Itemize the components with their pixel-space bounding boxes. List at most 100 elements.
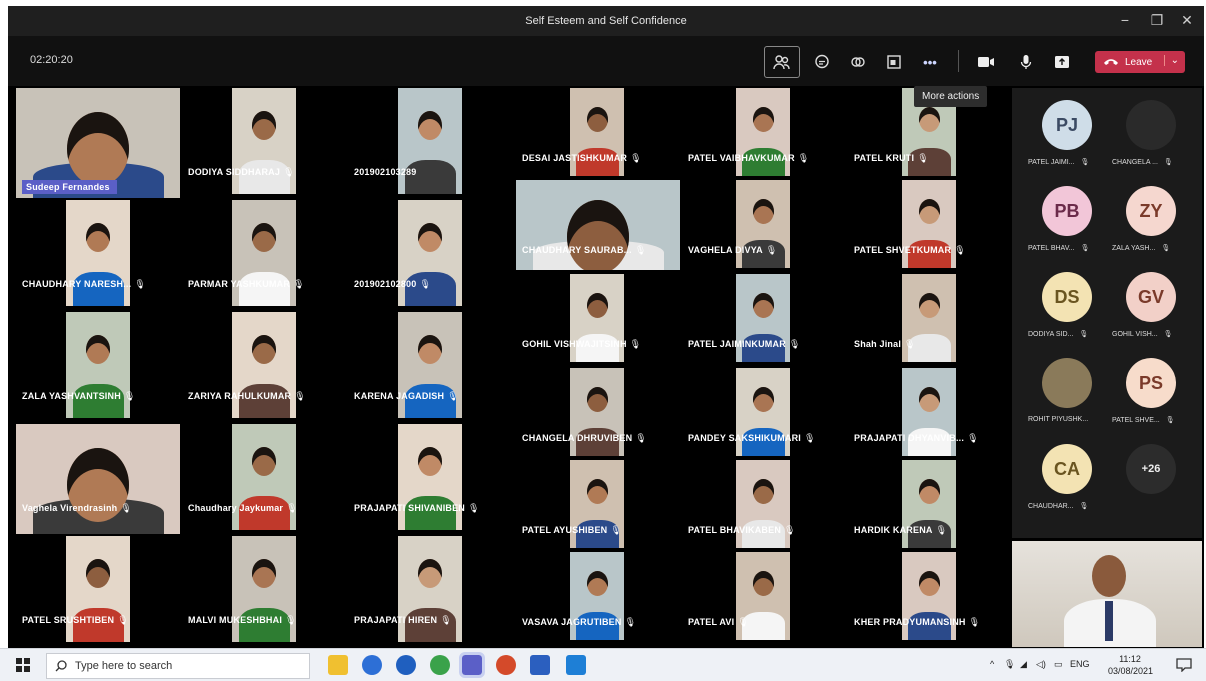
- avatar-name-text: CHAUDHAR...: [1028, 503, 1074, 510]
- participant-tile[interactable]: HARDIK KARENA 🎙: [848, 460, 1012, 550]
- chevron-down-icon[interactable]: ⌄: [1163, 55, 1179, 66]
- tray-mic-icon: 🎙: [1004, 659, 1016, 669]
- file-explorer-icon[interactable]: [328, 655, 348, 675]
- participant-tile[interactable]: PATEL VAIBHAVKUMAR 🎙: [682, 88, 846, 178]
- tray-overflow-icon[interactable]: ^: [990, 659, 994, 669]
- notifications-icon[interactable]: [1176, 658, 1192, 672]
- participant-tile[interactable]: PARMAR YASHKUMAR 🎙: [182, 200, 346, 310]
- participant-name-text: PRAJAPATI HIREN: [354, 615, 438, 625]
- participant-tile[interactable]: 201902103289: [348, 88, 512, 198]
- audio-app-icon[interactable]: [396, 655, 416, 675]
- network-icon[interactable]: ◢: [1020, 659, 1027, 670]
- participant-avatar[interactable]: [1042, 358, 1092, 408]
- avatar-name: PATEL BHAV... 🎙: [1028, 244, 1114, 252]
- participant-tile[interactable]: CHANGELA DHRUVIBEN 🎙: [516, 368, 680, 458]
- participant-tile[interactable]: Shah Jinal 🎙: [848, 274, 1012, 364]
- taskbar-search-box[interactable]: Type here to search: [46, 653, 310, 679]
- participant-head: [86, 559, 110, 588]
- participant-name: KHER PRADYUMANSINH 🎙: [854, 617, 980, 628]
- avatar-initials: PS: [1138, 372, 1163, 393]
- participant-tile[interactable]: VAGHELA DIVYA 🎙: [682, 180, 846, 270]
- avatar-name-text: DODIYA SID...: [1028, 331, 1074, 338]
- participant-tile[interactable]: GOHIL VISHWAJITSINH 🎙: [516, 274, 680, 364]
- avatar-initials: DS: [1054, 286, 1080, 307]
- participant-name: GOHIL VISHWAJITSINH 🎙: [522, 339, 641, 350]
- participant-name-text: PANDEY SAKSHIKUMARI: [688, 433, 801, 443]
- edge-browser-icon[interactable]: [362, 655, 382, 675]
- participant-tile[interactable]: MALVI MUKESHBHAI 🎙: [182, 536, 346, 646]
- camera-button[interactable]: [972, 50, 1000, 74]
- participants-button[interactable]: [764, 46, 800, 78]
- chrome-icon[interactable]: [430, 655, 450, 675]
- participant-tile[interactable]: PRAJAPATI DHYANVIB... 🎙: [848, 368, 1012, 458]
- participant-name: Shah Jinal 🎙: [854, 339, 916, 350]
- word-icon[interactable]: [530, 655, 550, 675]
- participant-tile[interactable]: PANDEY SAKSHIKUMARI 🎙: [682, 368, 846, 458]
- participant-avatar[interactable]: PB: [1042, 186, 1092, 236]
- participant-head: [919, 293, 940, 318]
- participant-tile[interactable]: Sudeep Fernandes: [16, 88, 180, 198]
- more-actions-tooltip: More actions: [914, 86, 988, 107]
- participant-tile[interactable]: Vaghela Virendrasinh 🎙: [16, 424, 180, 534]
- restore-button[interactable]: ❐: [1144, 12, 1170, 29]
- teams-icon[interactable]: [459, 652, 485, 678]
- participant-avatar[interactable]: CA: [1042, 444, 1092, 494]
- participant-tile[interactable]: ZALA YASHVANTSINH 🎙: [16, 312, 180, 422]
- participant-tile[interactable]: KHER PRADYUMANSINH 🎙: [848, 552, 1012, 642]
- avatar-name: ROHIT PIYUSHK...: [1028, 416, 1114, 423]
- participant-avatar[interactable]: PJ: [1042, 100, 1092, 150]
- participant-video: [66, 312, 130, 418]
- participant-tile[interactable]: PATEL SHVETKUMAR 🎙: [848, 180, 1012, 270]
- participant-head: [418, 111, 442, 140]
- more-actions-button[interactable]: •••: [916, 50, 944, 74]
- participant-tile[interactable]: CHAUDHARY SAURAB... 🎙: [516, 180, 680, 270]
- participant-name-text: KARENA JAGADISH: [354, 391, 445, 401]
- participant-avatar[interactable]: PS: [1126, 358, 1176, 408]
- participant-tile[interactable]: 201902102800 🎙: [348, 200, 512, 310]
- self-view-video[interactable]: [1012, 541, 1202, 647]
- participant-tile[interactable]: DODIYA SIDDHARAJ 🎙: [182, 88, 346, 198]
- participant-head: [919, 479, 940, 504]
- participant-head: [418, 335, 442, 364]
- volume-icon[interactable]: ◁): [1036, 659, 1046, 670]
- close-button[interactable]: ✕: [1174, 12, 1200, 29]
- participant-tile[interactable]: DESAI JASTISHKUMAR 🎙: [516, 88, 680, 178]
- mic-button[interactable]: [1012, 50, 1040, 74]
- minimize-button[interactable]: −: [1112, 12, 1138, 28]
- clock-date: 03/08/2021: [1108, 666, 1154, 676]
- participant-tile[interactable]: PRAJAPATI SHIVANIBEN 🎙: [348, 424, 512, 534]
- photos-icon[interactable]: [566, 655, 586, 675]
- participant-head: [587, 387, 608, 412]
- participant-name: KARENA JAGADISH 🎙: [354, 391, 459, 402]
- more-participants-badge[interactable]: +26: [1126, 444, 1176, 494]
- ime-icon[interactable]: ▭: [1054, 659, 1063, 670]
- participant-avatar[interactable]: GV: [1126, 272, 1176, 322]
- participant-tile[interactable]: PATEL AVI 🎙: [682, 552, 846, 642]
- participant-avatar[interactable]: ZY: [1126, 186, 1176, 236]
- participant-avatar[interactable]: [1126, 100, 1176, 150]
- clock[interactable]: 11:12 03/08/2021: [1108, 653, 1154, 677]
- powerpoint-icon[interactable]: [496, 655, 516, 675]
- mic-icon: 🎙: [283, 167, 295, 177]
- leave-button[interactable]: Leave ⌄: [1095, 51, 1185, 73]
- participant-tile[interactable]: PATEL BHAVIKABEN 🎙: [682, 460, 846, 550]
- participant-tile[interactable]: PATEL SRUSHTIBEN 🎙: [16, 536, 180, 646]
- language-indicator[interactable]: ENG: [1070, 659, 1090, 669]
- participant-tile[interactable]: KARENA JAGADISH 🎙: [348, 312, 512, 422]
- participant-tile[interactable]: ZARIYA RAHULKUMAR 🎙: [182, 312, 346, 422]
- participant-tile[interactable]: PRAJAPATI HIREN 🎙: [348, 536, 512, 646]
- participant-tile[interactable]: Chaudhary Jaykumar 🎙: [182, 424, 346, 534]
- chat-button[interactable]: [808, 50, 836, 74]
- participant-tile[interactable]: PATEL AYUSHIBEN 🎙: [516, 460, 680, 550]
- participant-tile[interactable]: VASAVA JAGRUTIBEN 🎙: [516, 552, 680, 642]
- share-button[interactable]: [1048, 50, 1076, 74]
- participant-tile[interactable]: CHAUDHARY NARESH... 🎙: [16, 200, 180, 310]
- participant-tile[interactable]: PATEL JAIMINKUMAR 🎙: [682, 274, 846, 364]
- raise-hand-button[interactable]: [844, 50, 872, 74]
- raise-hand-icon: [851, 57, 865, 67]
- participant-head: [252, 335, 276, 364]
- participant-avatar[interactable]: DS: [1042, 272, 1092, 322]
- participant-video: [66, 536, 130, 642]
- windows-start-icon[interactable]: [16, 658, 30, 672]
- breakout-rooms-button[interactable]: [880, 50, 908, 74]
